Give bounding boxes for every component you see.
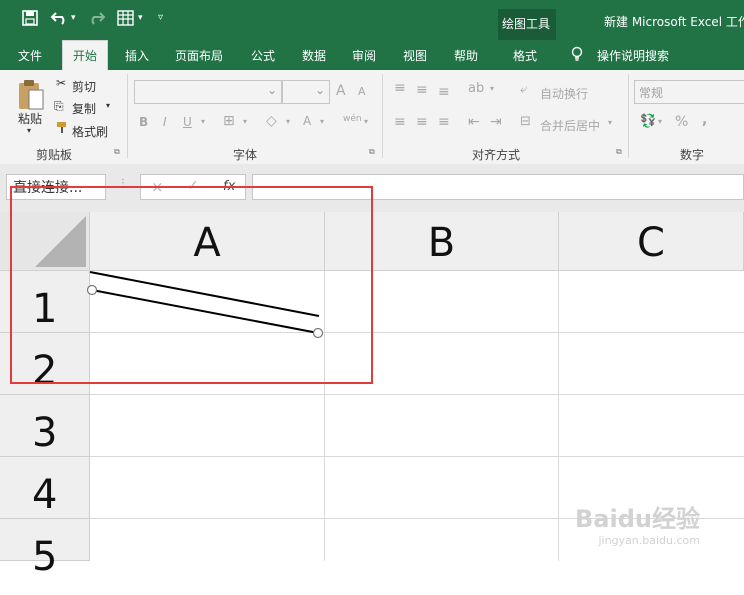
watermark: Baidu经验 jingyan.baidu.com: [575, 499, 700, 547]
watermark-brand: Baidu经验: [575, 505, 700, 533]
watermark-url: jingyan.baidu.com: [598, 534, 700, 547]
highlight-box: [10, 186, 373, 384]
